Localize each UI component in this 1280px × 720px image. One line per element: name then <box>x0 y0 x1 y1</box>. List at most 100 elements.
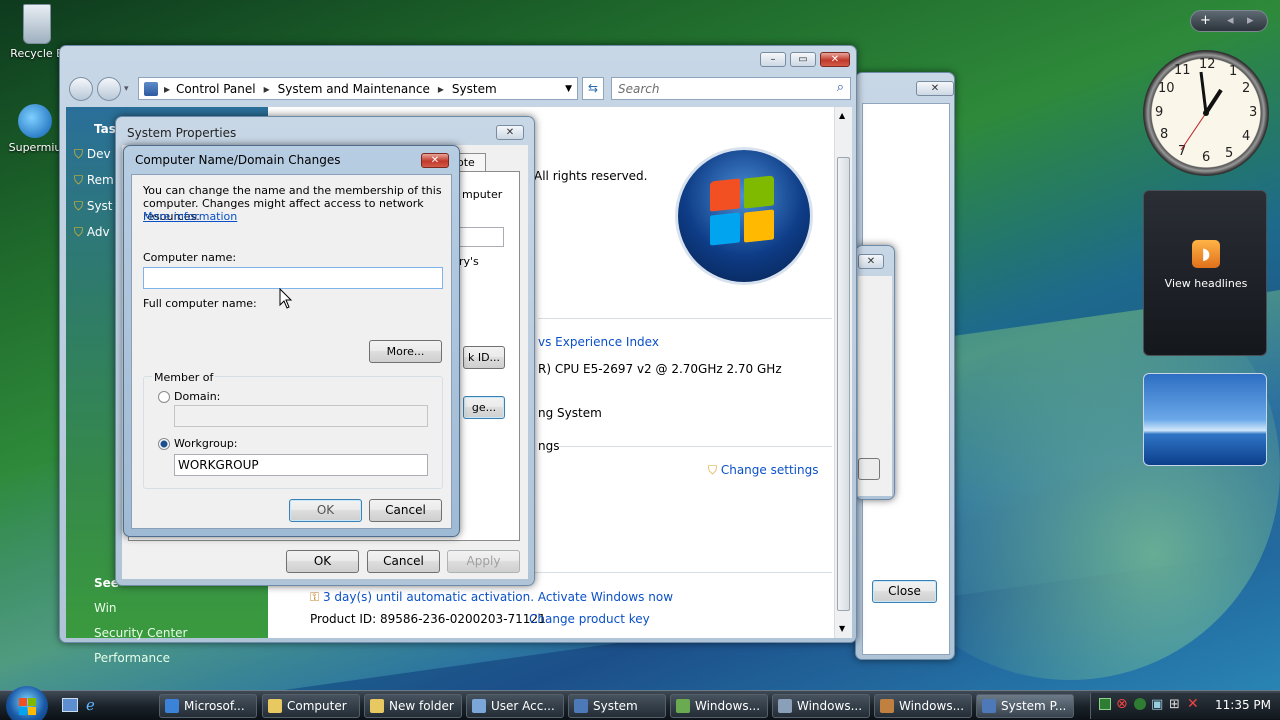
taskbar-item[interactable]: System <box>568 694 666 718</box>
internet-explorer-icon[interactable]: ℯ <box>86 696 95 714</box>
search-input[interactable]: Search <box>618 82 660 96</box>
workgroup-input[interactable]: WORKGROUP <box>174 454 428 476</box>
history-chevron-icon[interactable]: ▾ <box>124 84 129 94</box>
apply-button[interactable]: Apply <box>447 550 520 573</box>
add-gadget-icon[interactable]: + <box>1200 11 1211 31</box>
breadcrumb-item[interactable]: Control Panel <box>176 82 256 96</box>
scrollbar-thumb[interactable] <box>837 157 850 611</box>
full-computer-name-label: Full computer name: <box>143 297 257 310</box>
ok-button[interactable]: OK <box>286 550 359 573</box>
feed-gadget[interactable]: ◗ View headlines <box>1143 190 1267 356</box>
key-icon: ⚿ <box>310 590 320 604</box>
dialog-title: System Properties <box>127 126 237 140</box>
ok-button[interactable]: OK <box>289 499 362 522</box>
clock-time[interactable]: 11:35 PM <box>1215 698 1271 712</box>
start-button[interactable] <box>6 686 48 720</box>
close-icon[interactable]: ✕ <box>820 52 850 67</box>
close-button[interactable]: Close <box>872 580 937 603</box>
search-box[interactable]: Search ⌕ <box>611 77 851 100</box>
system-icon <box>982 699 996 713</box>
taskbar-item[interactable]: Windows... <box>670 694 768 718</box>
computer-name-dialog: Computer Name/Domain Changes ✕ You can c… <box>123 145 460 537</box>
task-item[interactable]: ⛉ Rem <box>74 173 114 188</box>
taskbar-item[interactable]: Windows... <box>874 694 972 718</box>
more-information-link[interactable]: More information <box>143 210 237 223</box>
error-icon[interactable]: ⊗ <box>1116 696 1128 712</box>
task-item[interactable]: ⛉ Syst <box>74 199 113 214</box>
shield-icon: ⛉ <box>74 199 87 213</box>
clock-hands <box>1180 71 1223 151</box>
background-dialog: ✕ <box>855 245 895 500</box>
cancel-button[interactable]: Cancel <box>367 550 440 573</box>
more-button[interactable]: More... <box>369 340 442 363</box>
breadcrumb-item[interactable]: System <box>452 82 497 96</box>
taskbar-item[interactable]: Windows... <box>772 694 870 718</box>
address-dropdown-icon[interactable]: ▼ <box>565 84 572 94</box>
network-icon[interactable]: ⊞ <box>1169 697 1180 712</box>
member-of-group: Member of Domain: Workgroup: WORKGROUP <box>143 371 443 489</box>
computer-name-input[interactable] <box>143 267 443 289</box>
see-also-item[interactable]: Performance <box>94 651 170 665</box>
app-shortcut-icon <box>18 104 52 138</box>
description-input[interactable] <box>459 227 504 247</box>
change-button[interactable]: ge... <box>463 396 505 419</box>
cancel-button[interactable]: Cancel <box>369 499 442 522</box>
shield-icon: ⛉ <box>74 225 87 239</box>
close-icon[interactable]: ✕ <box>496 125 524 140</box>
wei-link[interactable]: vs Experience Index <box>538 335 659 349</box>
close-icon[interactable]: ✕ <box>916 81 954 96</box>
domain-radio[interactable] <box>158 391 170 403</box>
scroll-up-icon[interactable]: ▲ <box>839 111 845 120</box>
notification-area: ⊗ ▣ ⊞ ✕ 11:35 PM <box>1090 693 1280 719</box>
address-bar[interactable]: ▸ Control Panel ▸ System and Maintenance… <box>138 77 578 100</box>
volume-muted-icon[interactable]: ✕ <box>1187 696 1199 712</box>
computer-name-label: Computer name: <box>143 251 237 264</box>
search-icon[interactable]: ⌕ <box>837 80 844 95</box>
change-settings-link[interactable]: ⛉ Change settings <box>708 463 818 478</box>
taskbar-item-active[interactable]: System P... <box>976 694 1074 718</box>
next-icon[interactable]: ▸ <box>1247 11 1254 31</box>
breadcrumb-separator-icon: ▸ <box>164 81 171 96</box>
maximize-icon[interactable]: ▭ <box>790 52 816 67</box>
see-also-item[interactable]: Security Center <box>94 626 187 640</box>
minimize-icon[interactable]: – <box>760 52 786 67</box>
taskbar-item[interactable]: Microsof... <box>159 694 257 718</box>
close-icon[interactable]: ✕ <box>421 153 449 168</box>
network-id-button[interactable]: k ID... <box>463 346 505 369</box>
windows-logo <box>678 150 810 282</box>
computer-label-fragment: mputer <box>462 188 503 201</box>
breadcrumb-separator-icon: ▸ <box>263 81 270 96</box>
refresh-icon[interactable]: ⇆ <box>582 77 604 100</box>
close-icon[interactable]: ✕ <box>858 254 884 269</box>
internet-explorer-icon <box>165 699 179 713</box>
shield-icon: ⛉ <box>708 463 718 477</box>
tray-icon[interactable] <box>1099 698 1111 710</box>
taskbar-item[interactable]: New folder <box>364 694 462 718</box>
slideshow-gadget[interactable] <box>1143 373 1267 466</box>
feed-label: View headlines <box>1164 277 1248 290</box>
forward-button[interactable] <box>97 77 121 101</box>
scroll-down-icon[interactable]: ▼ <box>839 624 845 633</box>
taskbar-item[interactable]: Computer <box>262 694 360 718</box>
back-button[interactable] <box>69 77 93 101</box>
task-item[interactable]: ⛉ Adv <box>74 225 110 240</box>
show-desktop-icon[interactable] <box>62 698 78 712</box>
tray-icon[interactable]: ▣ <box>1151 697 1163 712</box>
workgroup-label: Workgroup: <box>174 437 238 450</box>
rss-icon: ◗ <box>1192 240 1220 268</box>
copyright-text: All rights reserved. <box>534 169 648 183</box>
task-item[interactable]: ⛉ Dev <box>74 147 111 162</box>
change-key-link[interactable]: Change product key <box>529 612 650 626</box>
clock-gadget[interactable]: 12 1 2 3 4 5 6 7 8 9 10 11 <box>1143 50 1269 176</box>
domain-input[interactable] <box>174 405 428 427</box>
prev-icon[interactable]: ◂ <box>1227 11 1234 31</box>
scrollbar[interactable]: ▲ ▼ <box>834 107 852 638</box>
activation-link[interactable]: ⚿ 3 day(s) until automatic activation. A… <box>310 590 673 605</box>
see-also-item[interactable]: Win <box>94 601 117 615</box>
breadcrumb-separator-icon: ▸ <box>437 81 444 96</box>
taskbar-item[interactable]: User Acc... <box>466 694 564 718</box>
window-icon <box>778 699 792 713</box>
security-icon[interactable] <box>1134 698 1146 710</box>
workgroup-radio[interactable] <box>158 438 170 450</box>
breadcrumb-item[interactable]: System and Maintenance <box>278 82 430 96</box>
